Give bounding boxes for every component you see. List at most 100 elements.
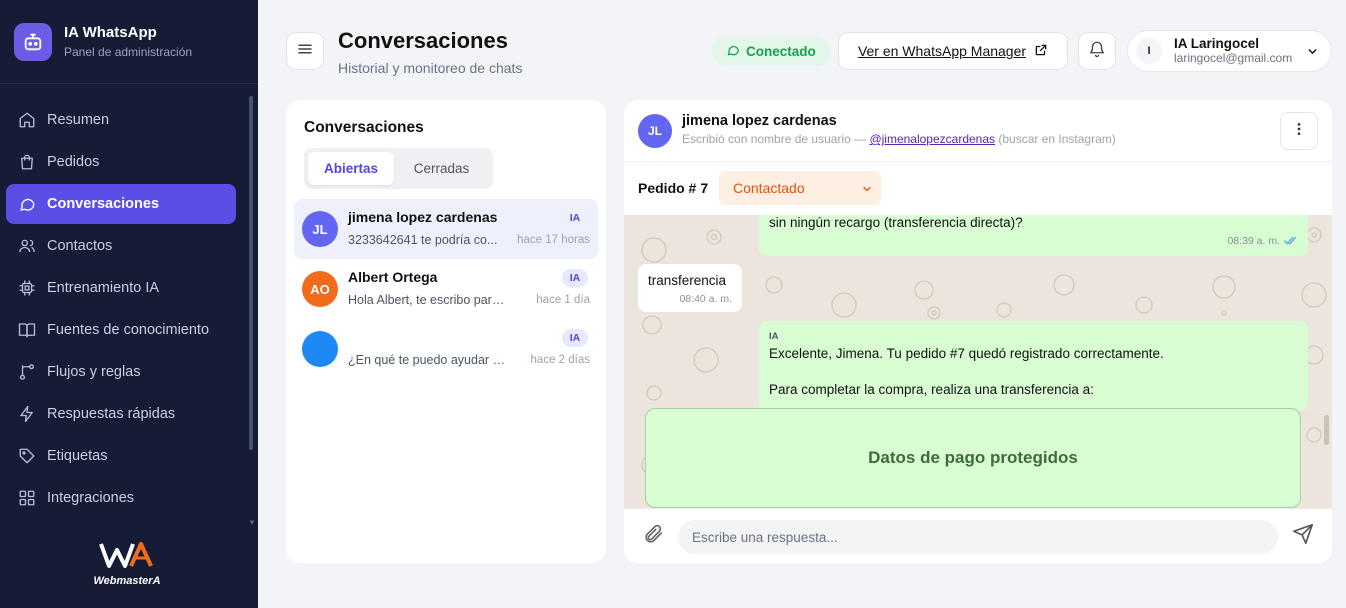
- sidebar-item-label: Entrenamiento IA: [47, 280, 160, 296]
- conversation-item[interactable]: JL jimena lopez cardenas 3233642641 te p…: [294, 199, 598, 259]
- instagram-handle-link[interactable]: @jimenalopezcardenas: [869, 132, 995, 146]
- sidebar-item-integraciones[interactable]: Integraciones: [6, 478, 236, 518]
- meta-suffix: (buscar en Instagram): [998, 132, 1116, 146]
- order-status-value: Contactado: [733, 180, 805, 196]
- brand: IA WhatsApp Panel de administración: [0, 0, 258, 84]
- sidebar-item-contactos[interactable]: Contactos: [6, 226, 236, 266]
- menu-icon: [296, 40, 314, 63]
- message-scrollbar[interactable]: [1324, 415, 1329, 445]
- notifications-button[interactable]: [1078, 32, 1116, 70]
- chevron-down-icon: [1306, 45, 1319, 63]
- webmaster-logo-text: WebmasterA: [93, 575, 161, 587]
- tab-cerradas[interactable]: Cerradas: [394, 152, 489, 185]
- ai-badge: IA: [562, 329, 588, 347]
- chat-header: JL jimena lopez cardenas Escribió con no…: [624, 100, 1332, 162]
- order-label-text: Pedido #: [638, 180, 697, 196]
- conversation-preview: 3233642641 te podría co...: [348, 233, 498, 247]
- page-title: Conversaciones: [338, 28, 508, 53]
- sidebar-item-label: Conversaciones: [47, 196, 160, 212]
- conversation-list-panel: Conversaciones Abiertas Cerradas JL jime…: [286, 100, 606, 563]
- order-status-select[interactable]: Contactado: [719, 171, 881, 205]
- whatsapp-manager-link[interactable]: Ver en WhatsApp Manager: [838, 32, 1068, 70]
- sidebar-item-resumen[interactable]: Resumen: [6, 100, 236, 140]
- bolt-icon: [18, 405, 36, 423]
- chevron-down-icon: [861, 182, 873, 198]
- chat-contact-name: jimena lopez cardenas: [682, 113, 837, 129]
- whatsapp-manager-label: Ver en WhatsApp Manager: [857, 43, 1027, 59]
- tag-icon: [18, 447, 36, 465]
- double-check-icon: [1284, 234, 1298, 249]
- chat-icon: [18, 195, 36, 213]
- chat-contact-meta: Escribió con nombre de usuario — @jimena…: [682, 132, 1116, 146]
- conversation-time: hace 2 días: [530, 354, 590, 366]
- sidebar-item-label: Pedidos: [47, 154, 100, 170]
- payment-data-card: Datos de pago protegidos: [645, 408, 1301, 508]
- send-icon[interactable]: [1292, 523, 1314, 550]
- order-number: 7: [700, 180, 709, 196]
- sidebar-item-pedidos[interactable]: Pedidos: [6, 142, 236, 182]
- sidebar: IA WhatsApp Panel de administración Resu…: [0, 0, 258, 608]
- reply-input[interactable]: [678, 520, 1278, 554]
- brand-subtitle: Panel de administración: [64, 45, 193, 59]
- user-menu[interactable]: I IA Laringocel laringocel@gmail.com: [1127, 30, 1332, 72]
- message-bubble: transferencia 08:40 a. m.: [638, 264, 742, 312]
- sidebar-item-label: Resumen: [47, 112, 110, 128]
- page-subtitle: Historial y monitoreo de chats: [338, 60, 523, 76]
- conversation-tabs: Abiertas Cerradas: [304, 148, 493, 189]
- composer: [624, 508, 1332, 563]
- avatar: AO: [302, 271, 338, 307]
- list-title: Conversaciones: [304, 119, 424, 136]
- order-bar: Pedido #7 Contactado: [624, 163, 1332, 215]
- avatar: I: [1136, 38, 1162, 64]
- conversation-name: Albert Ortega: [348, 269, 438, 285]
- message-text: Excelente, Jimena. Tu pedido #7 quedó re…: [769, 346, 1164, 361]
- more-options-button[interactable]: [1280, 112, 1318, 150]
- sidebar-scrollbar[interactable]: [249, 96, 253, 450]
- home-icon: [18, 111, 36, 129]
- brand-title: IA WhatsApp: [64, 24, 157, 41]
- message-text: sin ningún recargo (transferencia direct…: [769, 215, 1023, 230]
- avatar: [302, 331, 338, 367]
- user-name: IA Laringocel: [1174, 35, 1260, 51]
- sidebar-item-label: Etiquetas: [47, 448, 108, 464]
- conversation-item[interactable]: AO Albert Ortega Hola Albert, te escribo…: [294, 259, 598, 319]
- sidebar-item-entrenamiento[interactable]: Entrenamiento IA: [6, 268, 236, 308]
- message-area[interactable]: sin ningún recargo (transferencia direct…: [624, 215, 1332, 508]
- robot-icon: [14, 22, 52, 61]
- sidebar-item-respuestas[interactable]: Respuestas rápidas: [6, 394, 236, 434]
- chip-icon: [18, 279, 36, 297]
- chat-panel: JL jimena lopez cardenas Escribió con no…: [624, 100, 1332, 563]
- conversation-item[interactable]: ¿En qué te puedo ayudar h... hace 2 días…: [294, 319, 598, 379]
- conversation-time: hace 1 día: [536, 294, 590, 306]
- sender-label: IA: [769, 331, 779, 342]
- message-bubble: sin ningún recargo (transferencia direct…: [759, 215, 1308, 256]
- conversation-preview: Hola Albert, te escribo para ...: [348, 293, 506, 307]
- message-text: Para completar la compra, realiza una tr…: [769, 382, 1094, 397]
- webmaster-logo: WebmasterA: [84, 540, 170, 587]
- status-label: Conectado: [746, 43, 816, 59]
- sidebar-item-etiquetas[interactable]: Etiquetas: [6, 436, 236, 476]
- menu-button[interactable]: [286, 32, 324, 70]
- message-time: 08:39 a. m.: [1227, 235, 1280, 247]
- sidebar-item-label: Respuestas rápidas: [47, 406, 176, 422]
- conversation-name: jimena lopez cardenas: [348, 209, 498, 225]
- sidebar-item-conversaciones[interactable]: Conversaciones: [6, 184, 236, 224]
- bag-icon: [18, 153, 36, 171]
- users-icon: [18, 237, 36, 255]
- external-link-icon: [1034, 43, 1048, 60]
- more-vertical-icon: [1291, 121, 1307, 142]
- ai-badge: IA: [562, 269, 588, 287]
- avatar: JL: [638, 114, 672, 148]
- sidebar-item-flujos[interactable]: Flujos y reglas: [6, 352, 236, 392]
- bell-icon: [1088, 40, 1106, 63]
- order-label: Pedido #7: [638, 180, 708, 196]
- scroll-down-icon[interactable]: ▼: [248, 518, 256, 527]
- sidebar-item-fuentes[interactable]: Fuentes de conocimiento: [6, 310, 236, 350]
- sidebar-item-label: Flujos y reglas: [47, 364, 141, 380]
- tab-abiertas[interactable]: Abiertas: [308, 152, 394, 185]
- conversation-time: hace 17 horas: [517, 234, 590, 246]
- ai-badge: IA: [569, 212, 581, 224]
- paperclip-icon[interactable]: [642, 523, 664, 550]
- grid-icon: [18, 489, 36, 507]
- user-email: laringocel@gmail.com: [1174, 50, 1293, 65]
